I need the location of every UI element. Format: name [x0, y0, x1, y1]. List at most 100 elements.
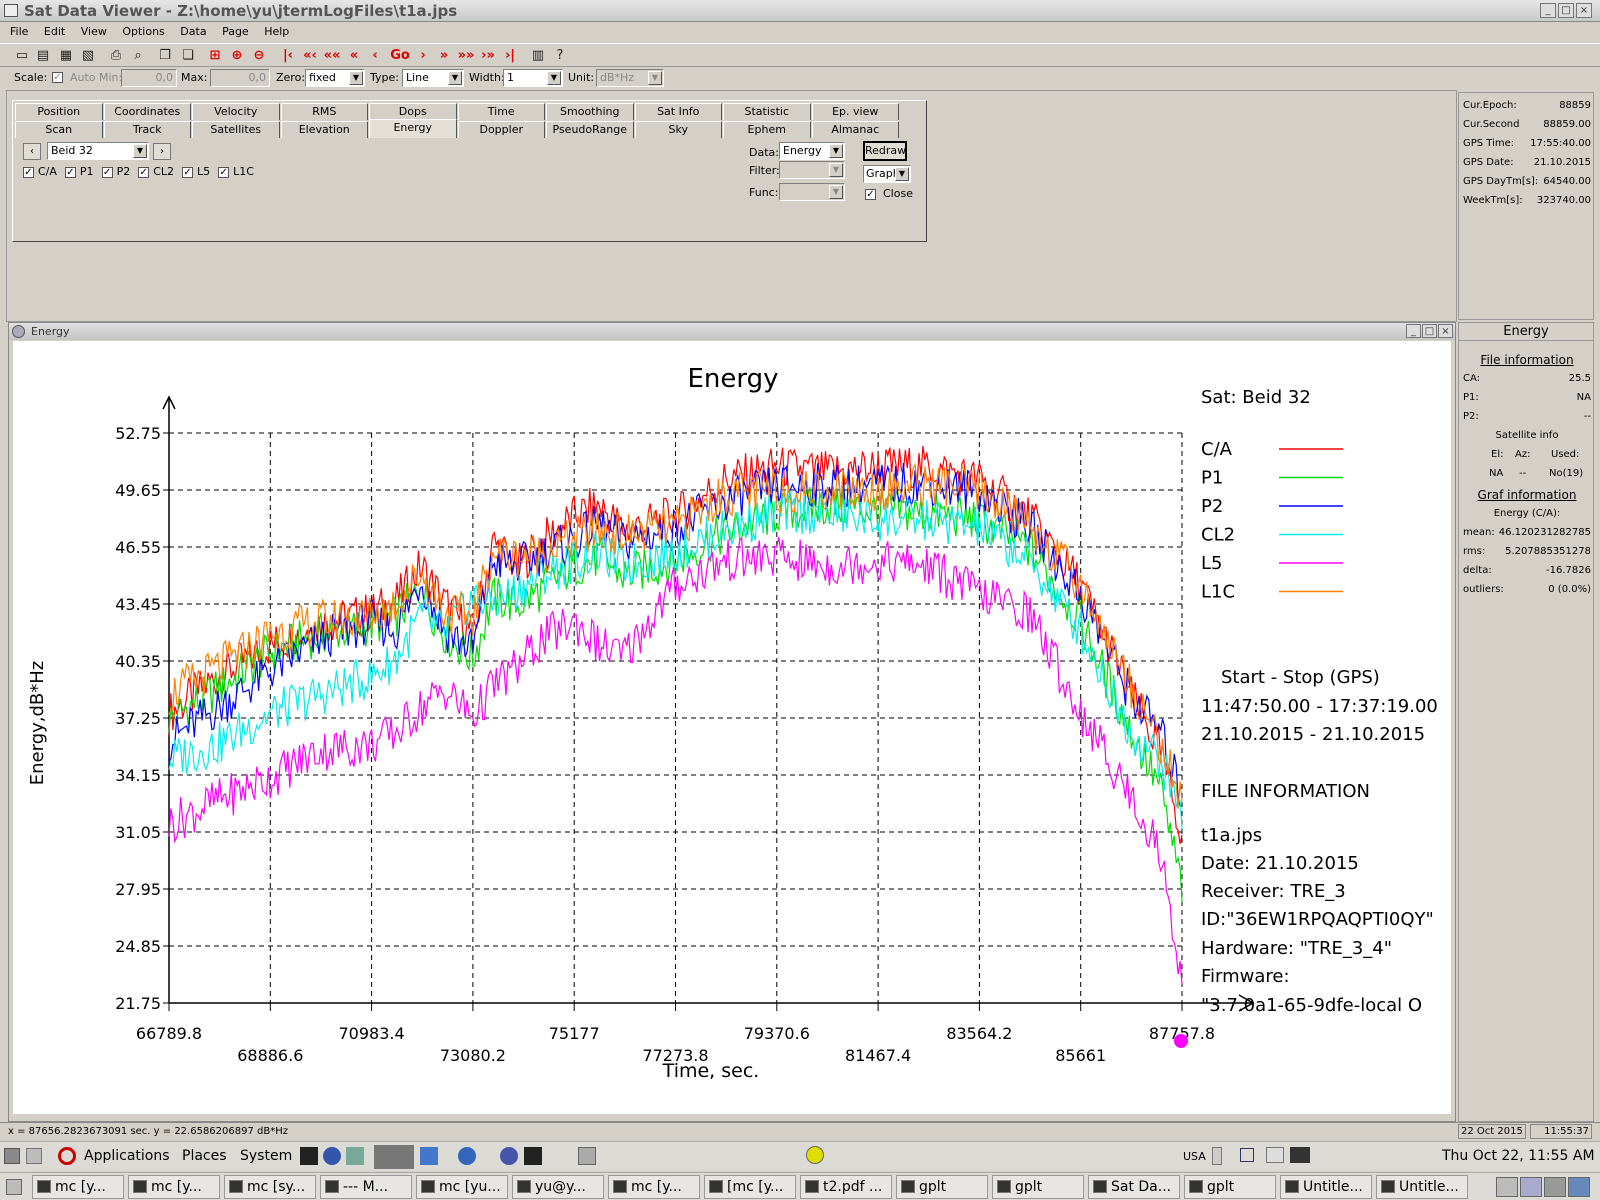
- check-ca[interactable]: ✓ C/A: [23, 165, 57, 178]
- unit-select[interactable]: dB*Hz ▼: [596, 69, 664, 87]
- zoom-out-icon[interactable]: ⊖: [249, 46, 269, 65]
- menu-edit[interactable]: Edit: [42, 24, 67, 39]
- tab-pseudorange[interactable]: PseudoRange: [546, 121, 634, 138]
- zoom-in-icon[interactable]: ⊕: [227, 46, 247, 65]
- clipboard-icon[interactable]: [578, 1147, 596, 1165]
- tab-rms[interactable]: RMS: [280, 103, 368, 120]
- tab-doppler[interactable]: Doppler: [457, 121, 545, 138]
- task-button[interactable]: Untitle...: [1376, 1175, 1468, 1199]
- tab-sat-info[interactable]: Sat Info: [634, 103, 722, 120]
- tab-statistic[interactable]: Statistic: [723, 103, 811, 120]
- task-button[interactable]: yu@y...: [512, 1175, 604, 1199]
- prev-sat-button[interactable]: ‹: [23, 143, 41, 160]
- tab-almanac[interactable]: Almanac: [811, 121, 899, 138]
- func-select[interactable]: ▼: [779, 183, 845, 201]
- task-button[interactable]: gplt: [992, 1175, 1084, 1199]
- tab-smoothing[interactable]: Smoothing: [546, 103, 634, 120]
- new-icon[interactable]: ▭: [12, 46, 32, 65]
- next-sat-button[interactable]: ›: [153, 143, 171, 160]
- menu-help[interactable]: Help: [262, 24, 291, 39]
- back-icon[interactable]: ‹: [365, 46, 385, 65]
- task-button[interactable]: Untitle...: [1280, 1175, 1372, 1199]
- first-icon[interactable]: |‹: [278, 46, 298, 65]
- forward-fast3-icon[interactable]: ›»: [478, 46, 498, 65]
- min-field[interactable]: 0,0: [121, 69, 177, 87]
- tab-ephem[interactable]: Ephem: [723, 121, 811, 138]
- browser-icon[interactable]: [323, 1147, 341, 1165]
- files-icon[interactable]: [420, 1147, 438, 1165]
- max-field[interactable]: 0,0: [210, 69, 270, 87]
- task-button[interactable]: t2.pdf ...: [800, 1175, 892, 1199]
- chart-maximize-button[interactable]: □: [1422, 324, 1437, 338]
- close-checkbox[interactable]: ✓: [865, 187, 876, 200]
- zero-select[interactable]: fixed ▼: [305, 69, 365, 87]
- check-p2[interactable]: ✓ P2: [101, 165, 130, 178]
- places-menu[interactable]: Places: [182, 1148, 227, 1164]
- menu-view[interactable]: View: [79, 24, 109, 39]
- back-fast2-icon[interactable]: ««: [322, 46, 342, 65]
- close-button[interactable]: ×: [1576, 3, 1592, 18]
- print-icon[interactable]: ⎙: [106, 46, 126, 65]
- firefox-icon[interactable]: [500, 1147, 518, 1165]
- task-button[interactable]: mc [y...: [608, 1175, 700, 1199]
- chart-close-button[interactable]: ×: [1438, 324, 1453, 338]
- java-icon[interactable]: [346, 1147, 364, 1165]
- check-p1[interactable]: ✓ P1: [64, 165, 94, 178]
- workspace-1[interactable]: [1496, 1177, 1518, 1197]
- satellite-select[interactable]: Beid 32 ▼: [47, 142, 149, 160]
- cascade-icon[interactable]: ❐: [155, 46, 175, 65]
- task-button[interactable]: gplt: [896, 1175, 988, 1199]
- tab-energy[interactable]: Energy: [369, 119, 457, 138]
- tab-scan[interactable]: Scan: [15, 121, 103, 138]
- back-fast-icon[interactable]: «: [344, 46, 364, 65]
- console-icon[interactable]: [524, 1147, 542, 1165]
- chart-canvas[interactable]: 52.75 49.65 46.55 43.45 40.35 37.25 34.15 31.05…: [13, 341, 1451, 1114]
- task-button[interactable]: [mc [y...: [704, 1175, 796, 1199]
- tab-satellites[interactable]: Satellites: [192, 121, 280, 138]
- tab-track[interactable]: Track: [103, 121, 191, 138]
- type-select[interactable]: Line ▼: [402, 69, 464, 87]
- menu-options[interactable]: Options: [120, 24, 166, 39]
- check-l5[interactable]: ✓ L5: [182, 165, 210, 178]
- window-icon[interactable]: [1240, 1148, 1254, 1162]
- tab-time[interactable]: Time: [457, 103, 545, 120]
- forward-fast2-icon[interactable]: »»: [456, 46, 476, 65]
- tab-dops[interactable]: Dops: [369, 103, 457, 120]
- last-icon[interactable]: ›|: [500, 46, 520, 65]
- debian-icon[interactable]: [58, 1147, 76, 1165]
- minimize-button[interactable]: _: [1540, 3, 1556, 18]
- tile-icon[interactable]: ❏: [178, 46, 198, 65]
- filter-select[interactable]: ▼: [779, 161, 845, 179]
- menu-file[interactable]: File: [8, 24, 30, 39]
- graph-select[interactable]: Graph ▼: [863, 165, 911, 183]
- task-button[interactable]: mc [y...: [32, 1175, 124, 1199]
- back-fast3-icon[interactable]: «‹: [300, 46, 320, 65]
- grid-icon[interactable]: ⊞: [205, 46, 225, 65]
- go-button[interactable]: Go: [388, 46, 412, 65]
- check-l1c[interactable]: ✓ L1C: [218, 165, 254, 178]
- columns-icon[interactable]: ▥: [528, 46, 548, 65]
- tab-sky[interactable]: Sky: [634, 121, 722, 138]
- workspace-3[interactable]: [1544, 1177, 1566, 1197]
- workspace-4[interactable]: [1568, 1177, 1590, 1197]
- chart-minimize-button[interactable]: _: [1406, 324, 1421, 338]
- open-icon[interactable]: ▤: [33, 46, 53, 65]
- forward-icon[interactable]: ›: [413, 46, 433, 65]
- show-desktop-icon[interactable]: [4, 1148, 20, 1164]
- filter-off-icon[interactable]: ▧: [78, 46, 98, 65]
- auto-checkbox[interactable]: ✓: [52, 70, 63, 83]
- notification-icon[interactable]: [806, 1146, 824, 1164]
- task-button[interactable]: gplt: [1184, 1175, 1276, 1199]
- workspace-2[interactable]: [1520, 1177, 1542, 1197]
- task-button[interactable]: mc [yu...: [416, 1175, 508, 1199]
- system-menu[interactable]: System: [240, 1148, 292, 1164]
- terminal-icon[interactable]: [300, 1147, 318, 1165]
- network-icon[interactable]: [458, 1147, 476, 1165]
- maximize-button[interactable]: □: [1558, 3, 1574, 18]
- tab-position[interactable]: Position: [15, 103, 103, 120]
- help-icon[interactable]: ?: [550, 46, 570, 65]
- data-select[interactable]: Energy ▼: [779, 142, 845, 160]
- workspace-switcher[interactable]: [374, 1145, 414, 1169]
- task-button[interactable]: mc [sy...: [224, 1175, 316, 1199]
- task-button[interactable]: mc [y...: [128, 1175, 220, 1199]
